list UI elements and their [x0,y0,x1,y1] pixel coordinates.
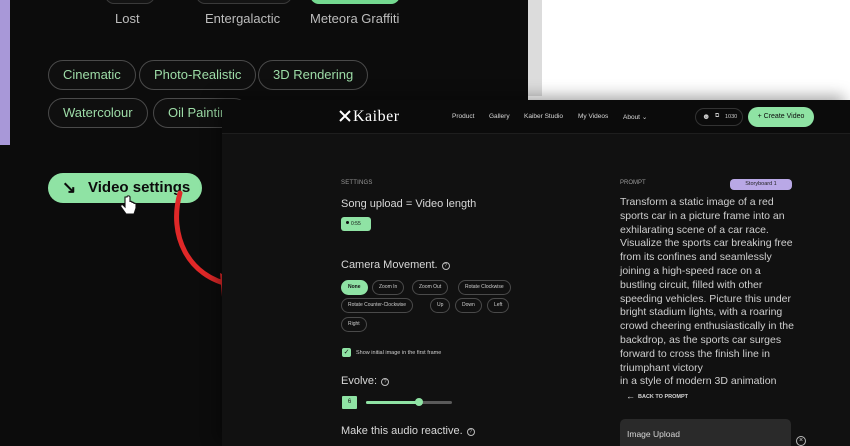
top-navigation-bar: Kaiber Product Gallery Kaiber Studio My … [222,100,850,134]
help-icon[interactable]: ? [381,378,390,386]
help-icon[interactable]: ? [466,428,475,436]
style-chip-cinematic[interactable]: Cinematic [48,60,136,90]
close-icon[interactable]: × [796,436,806,446]
prompt-line: forward to cross the finish line in [620,347,770,360]
account-pill[interactable]: ☻ ⧉ 1030 [695,108,743,126]
prompt-line: speeding vehicles. Picture this under [620,292,792,305]
prompt-line: bright stadium lights, with a roaring [620,306,783,319]
style-card-meteora-graffiti[interactable] [310,0,400,4]
nav-product[interactable]: Product [452,113,474,120]
logo-text: Kaiber [353,108,400,125]
style-chip-photo-realistic[interactable]: Photo-Realistic [139,60,257,90]
credits-count: 1030 [725,114,738,120]
evolve-value-box: 6 [342,396,357,409]
settings-heading: SETTINGS [341,180,373,186]
camera-option-left[interactable]: Left [487,298,510,313]
image-upload-label: Image Upload [627,429,680,439]
prompt-line: crowd cheering enthusiastically in the [620,320,794,333]
camera-option-rotate-clockwise[interactable]: Rotate Clockwise [458,280,511,295]
image-upload-box[interactable]: Image Upload [620,419,791,446]
song-upload-text: Song upload = Video length [341,198,477,210]
camera-movement-title: Camera Movement.? [341,259,450,271]
evolve-title: Evolve:? [341,375,390,387]
show-initial-image-label: Show initial image in the first frame [356,350,442,356]
arrow-left-icon: ← [626,391,635,401]
prompt-line: exhilarating scene of a car race. [620,223,769,236]
create-video-button[interactable]: + Create Video [748,107,814,127]
hand-cursor-icon [120,195,137,215]
style-card-lost[interactable] [105,0,155,4]
prompt-line: sports car in a picture frame into an [620,209,785,222]
camera-option-rotate-counter-clockwise[interactable]: Rotate Counter-Clockwise [341,298,414,313]
prompt-line: joining a high-speed race on a [620,264,761,277]
prompt-line: bustling circuit, filled with other [620,278,763,291]
nav-about[interactable]: About ⌄ [623,113,647,121]
nav-my-videos[interactable]: My Videos [578,113,608,120]
user-icon: ☻ [702,112,711,121]
help-icon[interactable]: ? [441,262,450,270]
style-card-entergalactic[interactable] [196,0,292,4]
evolve-slider-fill [366,401,420,404]
evolve-slider-thumb[interactable] [415,398,424,406]
prompt-heading: PROMPT [620,180,646,186]
camera-movement-label: Camera Movement. [341,259,438,271]
camera-option-down[interactable]: Down [455,298,482,313]
camera-option-zoom-in[interactable]: Zoom In [372,280,405,295]
prompt-text[interactable]: Transform a static image of a red sports… [620,196,818,389]
kaiber-logo[interactable]: Kaiber [339,108,400,126]
back-to-prompt-label: BACK TO PROMPT [638,394,689,400]
style-label-meteora-graffiti: Meteora Graffiti [310,11,400,26]
style-label-lost: Lost [115,11,140,26]
evolve-slider[interactable] [366,398,452,406]
audio-reactive-label: Make this audio reactive. [341,425,463,437]
prompt-line: triumphant victory [620,361,703,374]
prompt-line: Visualize the sports car breaking free [620,237,793,250]
evolve-label: Evolve: [341,375,378,387]
duration-value: 0:55 [351,221,361,227]
camera-option-right[interactable]: Right [341,317,367,332]
nav-about-label: About [623,114,640,121]
camera-option-zoom-out[interactable]: Zoom Out [412,280,449,295]
style-label-entergalactic: Entergalactic [205,11,281,26]
kaiber-logo-icon [339,110,351,122]
camera-option-up[interactable]: Up [430,298,451,313]
show-initial-image-checkbox[interactable]: ✓ [342,348,351,357]
style-chip-watercolour[interactable]: Watercolour [48,98,148,128]
background-gray-strip [528,0,542,96]
arrow-down-right-icon: ↘ [62,178,77,197]
nav-gallery[interactable]: Gallery [489,113,510,120]
prompt-line: backdrop, as the sports car surges [620,333,782,346]
prompt-line: from its confines and seamlessly [620,251,772,264]
style-chip-3d-rendering[interactable]: 3D Rendering [258,60,369,90]
kaiber-window: Kaiber Product Gallery Kaiber Studio My … [222,100,850,446]
credits-icon: ⧉ [715,113,720,119]
back-to-prompt-button[interactable]: ← BACK TO PROMPT [626,391,688,401]
storyboard-tag[interactable]: Storyboard 1 [730,179,792,190]
prompt-line: Transform a static image of a red [620,196,774,208]
camera-option-none[interactable]: None [341,280,368,295]
prompt-line: in a style of modern 3D animation [620,375,777,388]
duration-dot-icon [346,221,349,224]
audio-reactive-title: Make this audio reactive.? [341,425,475,437]
nav-kaiber-studio[interactable]: Kaiber Studio [524,113,563,120]
accent-bar [0,0,10,145]
chevron-down-icon: ⌄ [641,114,648,121]
duration-badge: 0:55 [341,217,371,231]
